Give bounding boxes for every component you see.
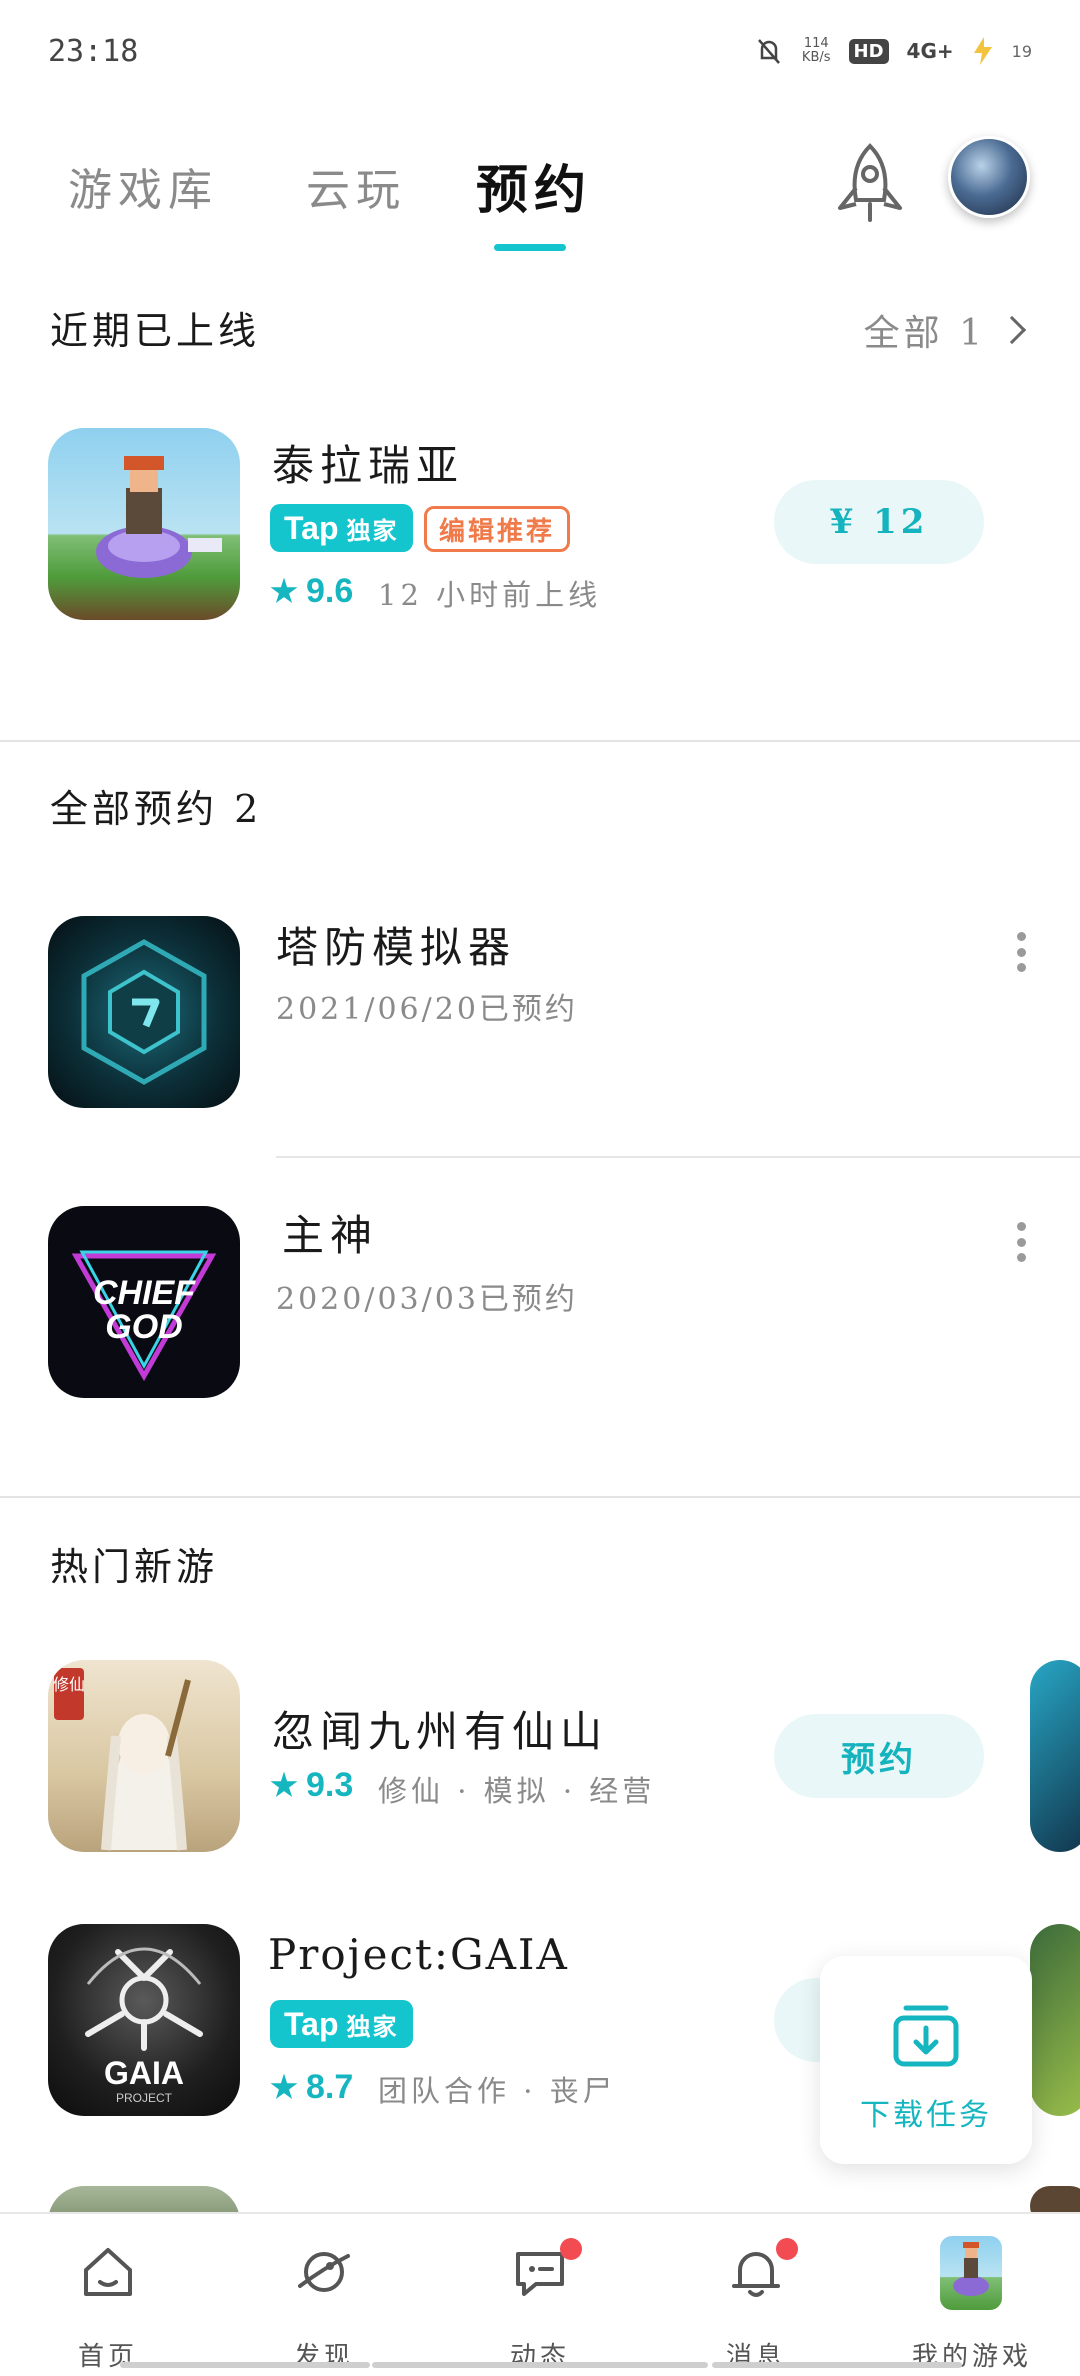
terraria-game-icon[interactable] [48,428,240,620]
star-icon [270,1771,298,1797]
chief-god-art: CHIEF GOD [71,1250,217,1382]
terraria-rating: 9.6 [270,572,353,611]
nav-my-games[interactable]: 我的游戏 [892,2236,1052,2372]
terraria-art [96,456,222,578]
gaia-icon-word: GAIA [104,2055,184,2091]
tap-badge-logo: Tap [284,509,339,546]
recent-all-link[interactable]: 全部 1 [863,304,1027,356]
speed-unit: KB/s [801,50,831,65]
nav-home[interactable]: 首页 [28,2242,188,2372]
nav-messages[interactable]: 消息 [676,2238,836,2372]
gaia-rating-value: 8.7 [306,2068,354,2106]
battery-level: 19 [1011,41,1032,61]
top-tabs: 游戏库 云玩 预约 [0,120,1080,260]
tap-badge-text: 独家 [346,515,399,545]
gesture-bar [120,2362,370,2368]
tower-defense-name[interactable]: 塔防模拟器 [276,914,516,975]
active-tab-indicator [494,244,566,251]
status-icons: 114 KB/s HD 4G+ 19 [754,36,1032,66]
xianshan-reserve-button[interactable]: 预约 [774,1714,984,1798]
next-card-preview[interactable] [1030,1924,1080,2116]
xianshan-rating: 9.3 [270,1766,353,1805]
gaia-tags: 团队合作 · 丧尸 [378,2074,616,2108]
download-tasks-label: 下载任务 [860,2098,992,2133]
chief-god-name[interactable]: 主神 [282,1202,378,1263]
gesture-bar [372,2362,708,2368]
reservations-section-title: 全部预约 2 [50,787,263,831]
gaia-name[interactable]: Project:GAIA [268,1930,569,1979]
download-tasks-button[interactable]: 下载任务 [820,1956,1032,2164]
gaia-icon-sub: PROJECT [116,2091,173,2105]
chief-god-date: 2020/03/03已预约 [276,1282,578,1317]
nav-discover[interactable]: 发现 [244,2242,404,2372]
charging-icon [973,37,992,65]
tower-defense-date: 2021/06/20已预约 [276,992,578,1027]
tap-badge-text: 独家 [346,2011,399,2041]
planet-icon [298,2252,350,2292]
next-card-preview[interactable] [1030,1660,1080,1852]
speed-value: 114 [803,36,829,51]
notification-dot [776,2238,798,2260]
editor-pick-badge: 编辑推荐 [424,506,571,552]
star-icon [270,577,298,603]
tower-defense-game-icon[interactable] [48,916,240,1108]
section-divider [0,740,1080,742]
terraria-name[interactable]: 泰拉瑞亚 [272,432,464,493]
user-avatar[interactable] [948,136,1030,218]
status-time: 23:18 [48,34,139,69]
network-speed: 114 KB/s [802,37,831,65]
home-icon [84,2248,132,2296]
chief-god-game-icon[interactable]: CHIEF GOD [48,1206,240,1398]
xianshan-game-icon[interactable]: 修仙 [48,1660,240,1852]
download-tray-icon [893,2005,959,2067]
mute-bell-icon [757,39,780,64]
row-divider [276,1156,1080,1158]
gaia-game-icon[interactable]: GAIA PROJECT [48,1924,240,2116]
notification-dot [560,2238,582,2260]
my-games-art [953,2242,989,2296]
status-bar: 23:18 114 KB/s HD 4G+ 19 [0,0,1080,110]
gaia-rating: 8.7 [270,2068,353,2107]
tab-cloud-play[interactable]: 云玩 [306,154,406,218]
xianshan-tags: 修仙 · 模拟 · 经营 [378,1774,656,1808]
gaia-art: GAIA PROJECT [85,1947,203,2105]
gesture-bar [712,2362,962,2368]
terraria-price-button[interactable]: ¥ 12 [774,480,984,564]
xianshan-icon-tag: 修仙 [53,1675,85,1694]
tower-defense-art [81,939,207,1085]
chief-icon-line2: GOD [105,1308,182,1346]
signal-icon: 4G+ [906,39,954,63]
star-icon [270,2073,298,2099]
tap-exclusive-badge: Tap 独家 [270,2000,413,2048]
recent-all-label: 全部 1 [863,313,986,354]
xianshan-rating-value: 9.3 [306,1766,354,1804]
rocket-icon[interactable] [832,142,908,232]
recent-section-title: 近期已上线 [50,309,261,353]
tap-exclusive-badge: Tap 独家 [270,504,413,552]
terraria-launch-time: 12 小时前上线 [378,578,602,612]
my-games-avatar-icon [940,2236,1002,2310]
chief-icon-line1: CHIEF [93,1274,196,1312]
chevron-right-icon [997,315,1027,345]
xianshan-name[interactable]: 忽闻九州有仙山 [272,1698,608,1759]
section-divider [0,1496,1080,1498]
tap-badge-logo: Tap [284,2005,339,2042]
tab-reservations[interactable]: 预约 [476,148,592,223]
xianshan-art: 修仙 [53,1668,191,1851]
hot-section-title: 热门新游 [50,1545,219,1589]
bottom-navigation: 首页 发现 动态 消息 我的游戏 [0,2212,1080,2376]
terraria-rating-value: 9.6 [306,572,354,610]
nav-feed[interactable]: 动态 [460,2238,620,2372]
hd-badge: HD [848,38,889,64]
more-options-icon[interactable] [1016,932,1026,972]
tab-game-library[interactable]: 游戏库 [68,154,218,218]
more-options-icon[interactable] [1016,1222,1026,1262]
